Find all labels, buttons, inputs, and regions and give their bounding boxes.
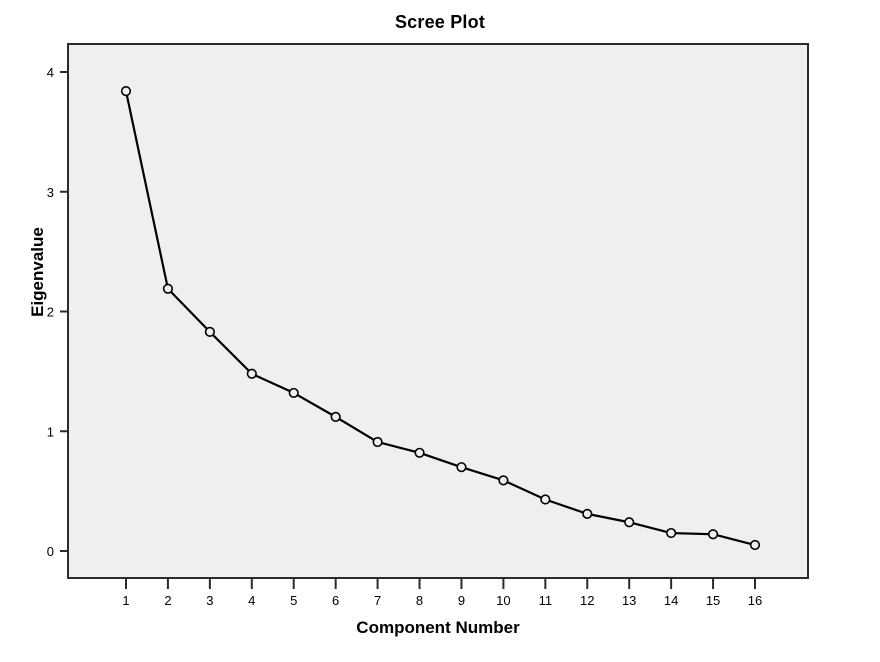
y-tick-label: 4	[47, 65, 54, 80]
data-point-marker	[707, 529, 719, 540]
y-tick-label: 2	[47, 305, 54, 320]
data-point-marker	[666, 527, 677, 539]
data-point-marker	[372, 436, 383, 448]
x-tick-label: 15	[706, 593, 720, 608]
data-point-marker	[582, 508, 593, 519]
x-tick-label: 14	[664, 593, 678, 608]
data-point-marker	[288, 387, 299, 399]
x-axis-ticks: 1 2 3 4 5 6 7 8 9 10 11 12 13 14 15 16	[122, 578, 762, 608]
data-point-marker	[246, 368, 257, 379]
y-tick-label: 0	[47, 544, 54, 559]
y-tick-label: 3	[47, 185, 54, 200]
data-point-marker	[456, 462, 467, 473]
x-tick-label: 5	[290, 593, 297, 608]
x-tick-label: 16	[748, 593, 762, 608]
x-tick-label: 7	[374, 593, 381, 608]
x-tick-label: 8	[416, 593, 423, 608]
x-tick-label: 1	[122, 593, 129, 608]
x-tick-label: 2	[164, 593, 171, 608]
x-tick-label: 3	[206, 593, 213, 608]
data-point-marker	[162, 283, 174, 294]
x-tick-label: 4	[248, 593, 255, 608]
x-tick-label: 12	[580, 593, 594, 608]
data-point-marker	[330, 411, 341, 422]
x-tick-label: 13	[622, 593, 636, 608]
y-tick-label: 1	[47, 424, 54, 439]
x-tick-label: 10	[496, 593, 510, 608]
x-tick-label: 11	[539, 593, 553, 608]
data-point-marker	[749, 539, 761, 551]
data-point-marker	[414, 447, 425, 458]
data-point-marker	[540, 494, 551, 505]
plot-canvas: 01234 1 2 3 4 5 6 7 8 9 10 11 12 13 14 15 16	[47, 43, 809, 608]
x-tick-label: 9	[458, 593, 465, 608]
scree-plot-figure: Scree Plot Eigenvalue Component Number 0…	[0, 0, 880, 662]
y-axis-ticks: 0 1 2 3 4	[47, 65, 68, 559]
plot-area-background	[67, 43, 809, 579]
data-point-marker	[624, 517, 635, 528]
data-point-marker	[120, 86, 132, 97]
plot-area-rect	[67, 43, 809, 579]
x-tick-label: 6	[332, 593, 339, 608]
data-point-marker	[204, 326, 215, 337]
data-point-marker	[498, 475, 509, 486]
